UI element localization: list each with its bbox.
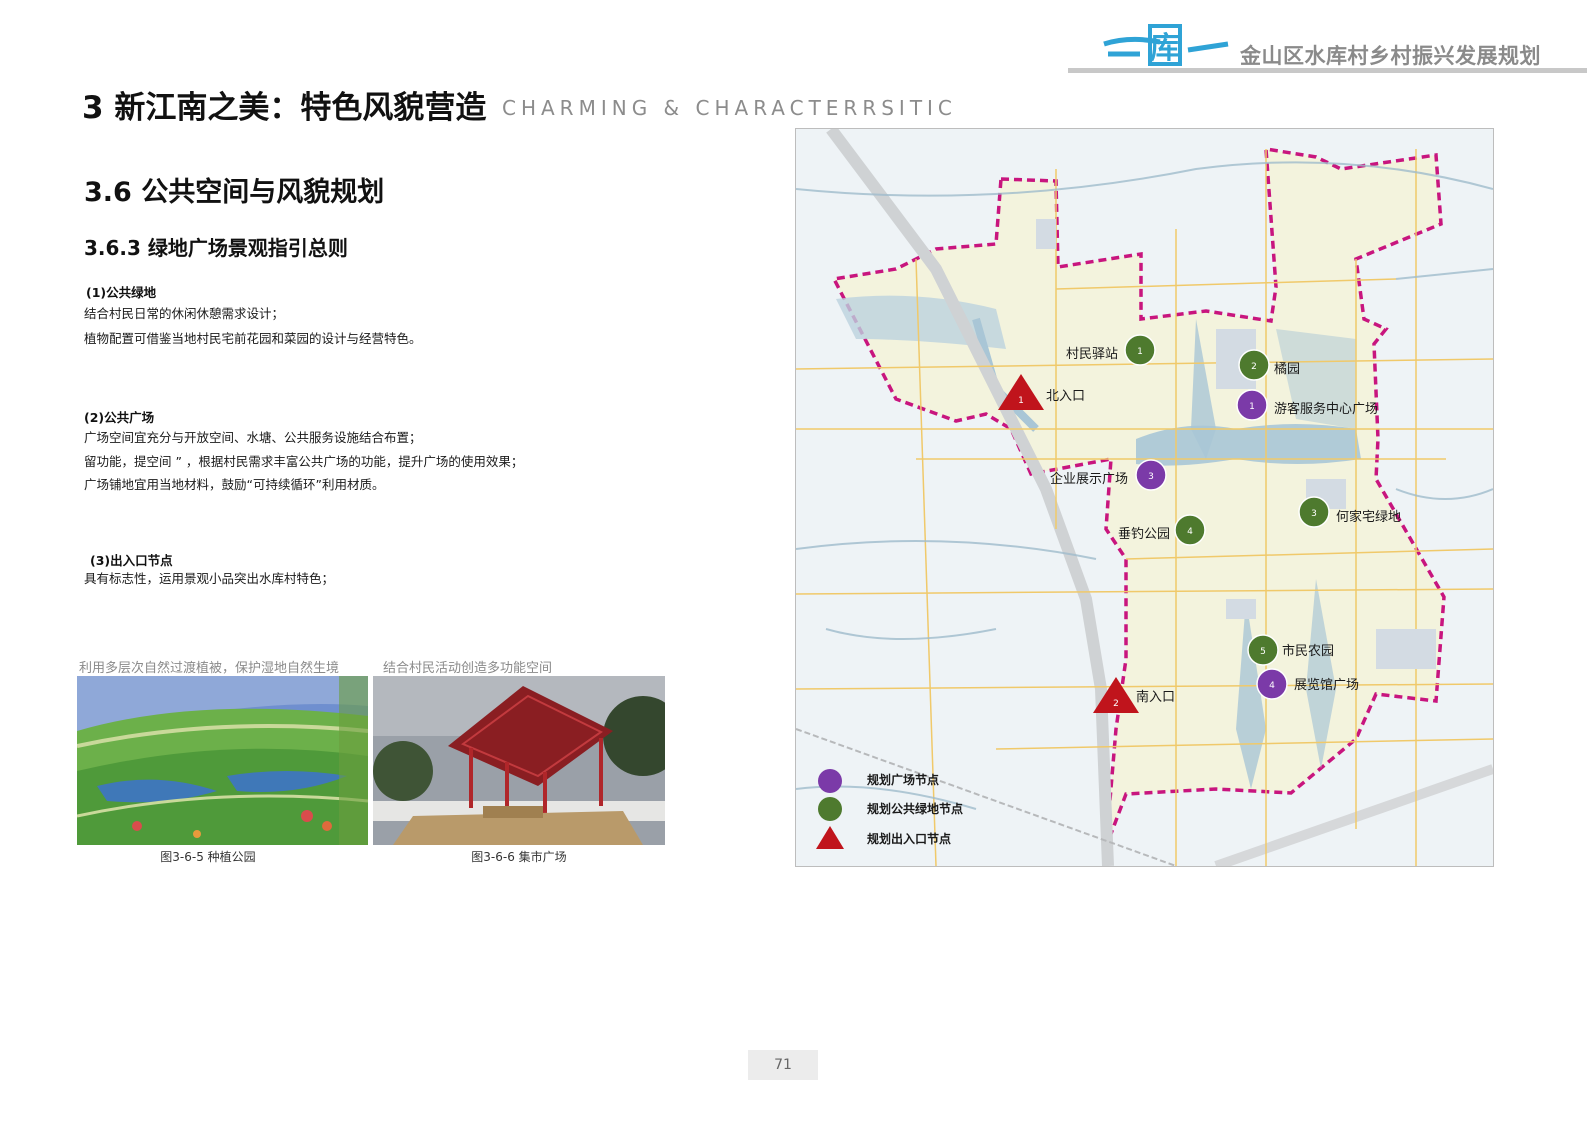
chapter-title: 3 新江南之美：特色风貌营造 [82, 90, 487, 126]
svg-text:1: 1 [1137, 347, 1143, 357]
marker-label: 垂钓公园 [1118, 527, 1171, 542]
block-line: 广场铺地宜用当地材料，鼓励“可持续循环”利用材质。 [84, 477, 385, 492]
market-square-photo [373, 676, 665, 845]
marker-label: 南入口 [1136, 690, 1176, 705]
marker-label: 展览馆广场 [1294, 678, 1360, 693]
photo-caption: 结合村民活动创造多功能空间 [383, 661, 553, 676]
map-marker-green[interactable]: 2 [1238, 349, 1270, 381]
block-title-plaza: (2)公共广场 [84, 410, 155, 425]
block-line: 结合村民日常的休闲休憩需求设计； [84, 306, 285, 321]
map-marker-green[interactable]: 1 [1124, 334, 1156, 366]
block-line: 具有标志性，运用景观小品突出水库村特色； [84, 571, 335, 586]
subsection-title: 3.6.3 绿地广场景观指引总则 [84, 236, 348, 260]
page-number: 71 [774, 1057, 792, 1073]
block-title-green-space: (1)公共绿地 [86, 285, 157, 300]
block-title-entrance: (3)出入口节点 [90, 553, 173, 568]
map-marker-green[interactable]: 5 [1247, 634, 1279, 666]
marker-label: 市民农园 [1282, 644, 1335, 659]
marker-label: 企业展示广场 [1050, 472, 1129, 487]
map-marker-plaza[interactable]: 4 [1256, 668, 1288, 700]
marker-label: 游客服务中心广场 [1274, 402, 1379, 417]
legend-plaza-icon [818, 769, 842, 793]
marker-label: 北入口 [1046, 389, 1086, 404]
planting-park-photo [77, 676, 368, 845]
legend-label: 规划出入口节点 [867, 832, 952, 846]
marker-label: 村民驿站 [1066, 347, 1119, 362]
svg-text:3: 3 [1311, 509, 1317, 519]
figure-caption: 图3-6-6 集市广场 [471, 850, 567, 864]
block-line: 广场空间宜充分与开放空间、水塘、公共服务设施结合布置； [84, 430, 422, 445]
svg-text:2: 2 [1113, 699, 1119, 709]
legend-label: 规划广场节点 [867, 773, 940, 787]
svg-text:1: 1 [1018, 396, 1024, 406]
block-line: 留功能，提空间 ” ，根据村民需求丰富公共广场的功能，提升广场的使用效果； [84, 454, 524, 469]
marker-label: 何家宅绿地 [1336, 510, 1402, 525]
block-line: 植物配置可借鉴当地村民宅前花园和菜园的设计与经营特色。 [84, 331, 422, 346]
legend-green-icon [818, 797, 842, 821]
map-marker-plaza[interactable]: 3 [1135, 459, 1167, 491]
svg-text:5: 5 [1260, 647, 1266, 657]
map-marker-green[interactable]: 3 [1298, 496, 1330, 528]
svg-text:1: 1 [1249, 402, 1255, 412]
map-base: 1 2 1 1 3 3 4 5 4 2 [796, 129, 1493, 866]
svg-text:4: 4 [1187, 527, 1193, 537]
section-title: 3.6 公共空间与风貌规划 [84, 177, 385, 208]
village-logo: 库 [1103, 24, 1229, 66]
chapter-english-title: CHARMING & CHARACTERRSITIC [502, 96, 957, 120]
logo-text: 库 [1150, 31, 1180, 66]
marker-label: 橘园 [1274, 362, 1301, 377]
legend-label: 规划公共绿地节点 [867, 802, 964, 816]
map-marker-plaza[interactable]: 1 [1236, 389, 1268, 421]
header-divider [1068, 68, 1587, 73]
svg-text:2: 2 [1251, 362, 1257, 372]
map-marker-green[interactable]: 4 [1174, 514, 1206, 546]
photo-caption: 利用多层次自然过渡植被，保护湿地自然生境 [79, 661, 340, 676]
svg-text:3: 3 [1148, 472, 1154, 482]
figure-caption: 图3-6-5 种植公园 [160, 850, 256, 864]
village-plan-map: 1 2 1 1 3 3 4 5 4 2 村民驿站 橘园 游客服务中心广场 北入口… [795, 128, 1494, 867]
report-title: 金山区水库村乡村振兴发展规划 [1240, 44, 1541, 68]
svg-text:4: 4 [1269, 681, 1275, 691]
